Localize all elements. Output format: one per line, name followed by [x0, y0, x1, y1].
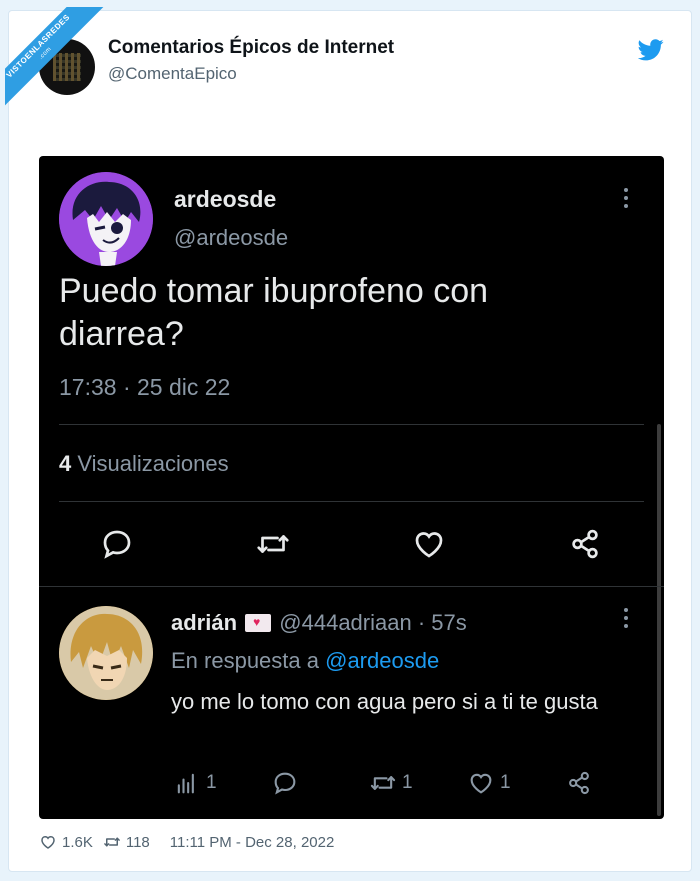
more-options-icon[interactable] [622, 188, 630, 212]
tweet-screenshot: ardeosde @ardeosde Puedo tomar ibuprofen… [39, 156, 664, 819]
like-button[interactable] [411, 526, 447, 562]
divider [59, 424, 644, 425]
tweet-timestamp[interactable]: 17:38 · 25 dic 22 [59, 374, 230, 401]
heart-icon [415, 532, 443, 558]
share-button[interactable] [567, 526, 603, 562]
views-count: 4 [59, 451, 72, 476]
retweet-icon [103, 837, 120, 847]
analytics-icon [177, 773, 194, 794]
share-icon [572, 529, 598, 559]
account-name[interactable]: Comentarios Épicos de Internet [108, 37, 394, 59]
reply-retweet-count: 1 [402, 772, 413, 793]
love-letter-icon [245, 614, 272, 632]
tweet-views[interactable]: 4 Visualizaciones [59, 451, 229, 477]
tweet-footer: 1.6K 118 11:11 PM - Dec 28, 2022 [39, 833, 334, 851]
reply-like-button[interactable]: 1 [467, 768, 511, 798]
more-options-icon[interactable] [622, 608, 630, 632]
footer-retweet-button[interactable]: 118 [103, 833, 150, 851]
in-reply-prefix: En respuesta a [171, 648, 319, 673]
footer-like-button[interactable]: 1.6K [39, 833, 93, 851]
footer-like-count: 1.6K [62, 833, 93, 851]
embedded-tweet-card: VISTOENLASREDES .com Comentarios Épicos d… [5, 7, 692, 872]
ribbon-text: VISTOENLASREDES [5, 12, 72, 80]
reply-views-count: 1 [206, 772, 217, 793]
heart-icon [41, 835, 55, 849]
in-reply-handle-link[interactable]: @ardeosde [325, 648, 439, 673]
reply-author-avatar[interactable] [59, 606, 153, 700]
in-reply-to: En respuesta a @ardeosde [171, 648, 439, 674]
retweet-icon [370, 776, 396, 790]
reply-icon [103, 530, 131, 559]
twitter-bird-icon[interactable] [638, 39, 664, 61]
reply-share-button[interactable] [565, 768, 593, 798]
reply-author-name[interactable]: adrián [171, 610, 237, 635]
views-label: Visualizaciones [77, 451, 229, 476]
footer-datetime[interactable]: 11:11 PM - Dec 28, 2022 [170, 834, 335, 851]
scrollbar[interactable] [657, 424, 661, 816]
reply-views-button[interactable]: 1 [173, 768, 217, 798]
tweet-author-avatar[interactable] [59, 172, 153, 266]
reply-like-count: 1 [500, 772, 511, 793]
reply-header: adrián @444adriaan · 57s [171, 610, 467, 636]
reply-age[interactable]: · 57s [418, 610, 467, 635]
reply-retweet-button[interactable]: 1 [369, 768, 413, 798]
site-ribbon: VISTOENLASREDES .com [5, 7, 125, 127]
retweet-icon [257, 535, 289, 553]
footer-retweet-count: 118 [125, 833, 150, 851]
tweet-author-name[interactable]: ardeosde [174, 186, 276, 213]
retweet-button[interactable] [255, 526, 291, 562]
reply-button[interactable] [99, 526, 135, 562]
divider [59, 501, 644, 502]
reply-icon [274, 772, 296, 795]
heart-icon [470, 773, 492, 794]
tweet-text: Puedo tomar ibuprofeno con diarrea? [59, 272, 489, 353]
account-handle[interactable]: @ComentaEpico [108, 64, 237, 84]
share-icon [569, 771, 589, 795]
reply-author-handle[interactable]: @444adriaan [279, 610, 411, 635]
divider [39, 586, 664, 587]
reply-reply-button[interactable] [271, 768, 299, 798]
reply-text: yo me lo tomo con agua pero si a ti te g… [171, 689, 598, 714]
tweet-author-handle[interactable]: @ardeosde [174, 225, 288, 251]
